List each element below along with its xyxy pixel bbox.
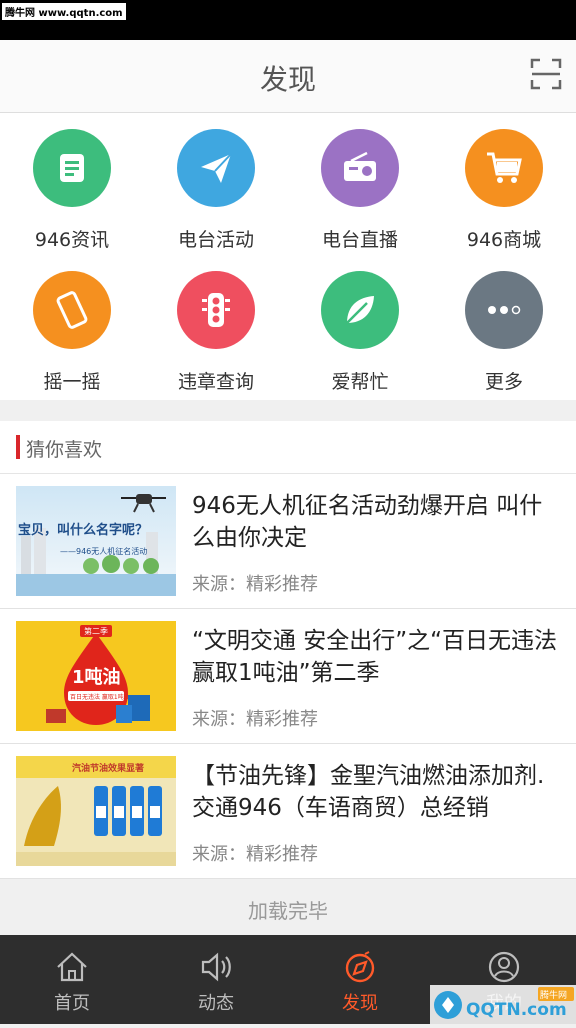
feature-grid: 946资讯 电台活动 电台直播 946商城 摇一摇 违章查询 爱帮忙 更多 — [0, 113, 576, 400]
page-header: 发现 — [0, 40, 576, 113]
thumb-caption: 第二季 — [84, 626, 108, 636]
tab-feed[interactable]: 动态 — [144, 935, 288, 1024]
scan-icon[interactable] — [530, 58, 562, 90]
thumb-subcaption: ——946无人机征名活动 — [60, 546, 147, 556]
site-watermark-logo: QQTN.com 腾牛网 — [430, 985, 576, 1024]
traffic-light-icon — [177, 271, 255, 349]
news-item[interactable]: 汽油节油效果显著 【节油先锋】金聖汽油燃油添加剂.交通946（车语商贸）总经销 … — [0, 744, 576, 879]
grid-item-help[interactable]: 爱帮忙 — [288, 271, 432, 401]
home-icon — [57, 952, 87, 982]
phone-shake-icon — [33, 271, 111, 349]
user-icon — [488, 951, 520, 983]
leaf-icon — [321, 271, 399, 349]
thumb-title: 1吨油 — [72, 666, 121, 688]
grid-item-label: 爱帮忙 — [331, 371, 389, 393]
logo-badge: 腾牛网 — [540, 989, 567, 1001]
discover-icon — [345, 951, 375, 983]
thumb-caption: 汽油节油效果显著 — [72, 762, 144, 774]
watermark-label: 腾牛网 www.qqtn.com — [2, 3, 126, 20]
news-source: 来源：精彩推荐 — [192, 574, 318, 595]
grid-item-more[interactable]: 更多 — [432, 271, 576, 401]
tab-label: 动态 — [198, 993, 234, 1014]
news-doc-icon — [33, 129, 111, 207]
radio-icon — [321, 129, 399, 207]
news-thumbnail: 第二季 1吨油 百日无违法 赢取1吨油 — [16, 621, 176, 731]
section-marker — [16, 435, 20, 459]
grid-item-label: 更多 — [484, 371, 523, 393]
grid-item-label: 946商城 — [466, 229, 542, 251]
news-source: 来源：精彩推荐 — [192, 844, 318, 865]
news-thumbnail: 汽油节油效果显著 — [16, 756, 176, 866]
grid-item-news[interactable]: 946资讯 — [0, 129, 144, 259]
news-item[interactable]: 第二季 1吨油 百日无违法 赢取1吨油 “文明交通 安全出行”之“百日无违法 赢… — [0, 609, 576, 744]
recommend-header: 猜你喜欢 — [0, 421, 576, 474]
recommend-title: 猜你喜欢 — [26, 439, 103, 461]
paper-plane-icon — [177, 129, 255, 207]
news-source: 来源：精彩推荐 — [192, 709, 318, 730]
news-item[interactable]: 宝贝，叫什么名字呢？ ——946无人机征名活动 946无人机征名活动劲爆开启 叫… — [0, 474, 576, 609]
page-title: 发现 — [259, 63, 316, 96]
tab-discover[interactable]: 发现 — [288, 935, 432, 1024]
news-headline: 946无人机征名活动劲爆开启 叫什么由你决定 — [192, 493, 543, 551]
logo-text: QQTN.com — [466, 1000, 567, 1020]
speaker-icon — [201, 952, 231, 982]
tab-label: 发现 — [342, 993, 378, 1014]
news-headline: 【节油先锋】金聖汽油燃油添加剂.交通946（车语商贸）总经销 — [192, 763, 545, 821]
grid-item-label: 摇一摇 — [43, 371, 101, 393]
tab-home[interactable]: 首页 — [0, 935, 144, 1024]
status-bar: 腾牛网 www.qqtn.com — [0, 0, 576, 40]
grid-item-mall[interactable]: 946商城 — [432, 129, 576, 259]
grid-item-violation-query[interactable]: 违章查询 — [144, 271, 288, 401]
grid-item-label: 违章查询 — [177, 371, 254, 393]
grid-item-label: 电台活动 — [177, 229, 254, 251]
load-complete-text: 加载完毕 — [0, 880, 576, 935]
thumb-subcaption: 百日无违法 赢取1吨油 — [70, 693, 130, 701]
tab-label: 首页 — [54, 993, 90, 1014]
more-dots-icon — [465, 271, 543, 349]
grid-item-label: 电台直播 — [321, 229, 398, 251]
grid-item-radio-live[interactable]: 电台直播 — [288, 129, 432, 259]
news-thumbnail: 宝贝，叫什么名字呢？ ——946无人机征名活动 — [16, 486, 176, 596]
grid-item-label: 946资讯 — [34, 229, 110, 251]
grid-item-radio-activity[interactable]: 电台活动 — [144, 129, 288, 259]
grid-item-shake[interactable]: 摇一摇 — [0, 271, 144, 401]
thumb-caption: 宝贝，叫什么名字呢？ — [18, 522, 148, 538]
news-headline: “文明交通 安全出行”之“百日无违法 赢取1吨油”第二季 — [192, 628, 558, 686]
shopping-cart-icon — [465, 129, 543, 207]
